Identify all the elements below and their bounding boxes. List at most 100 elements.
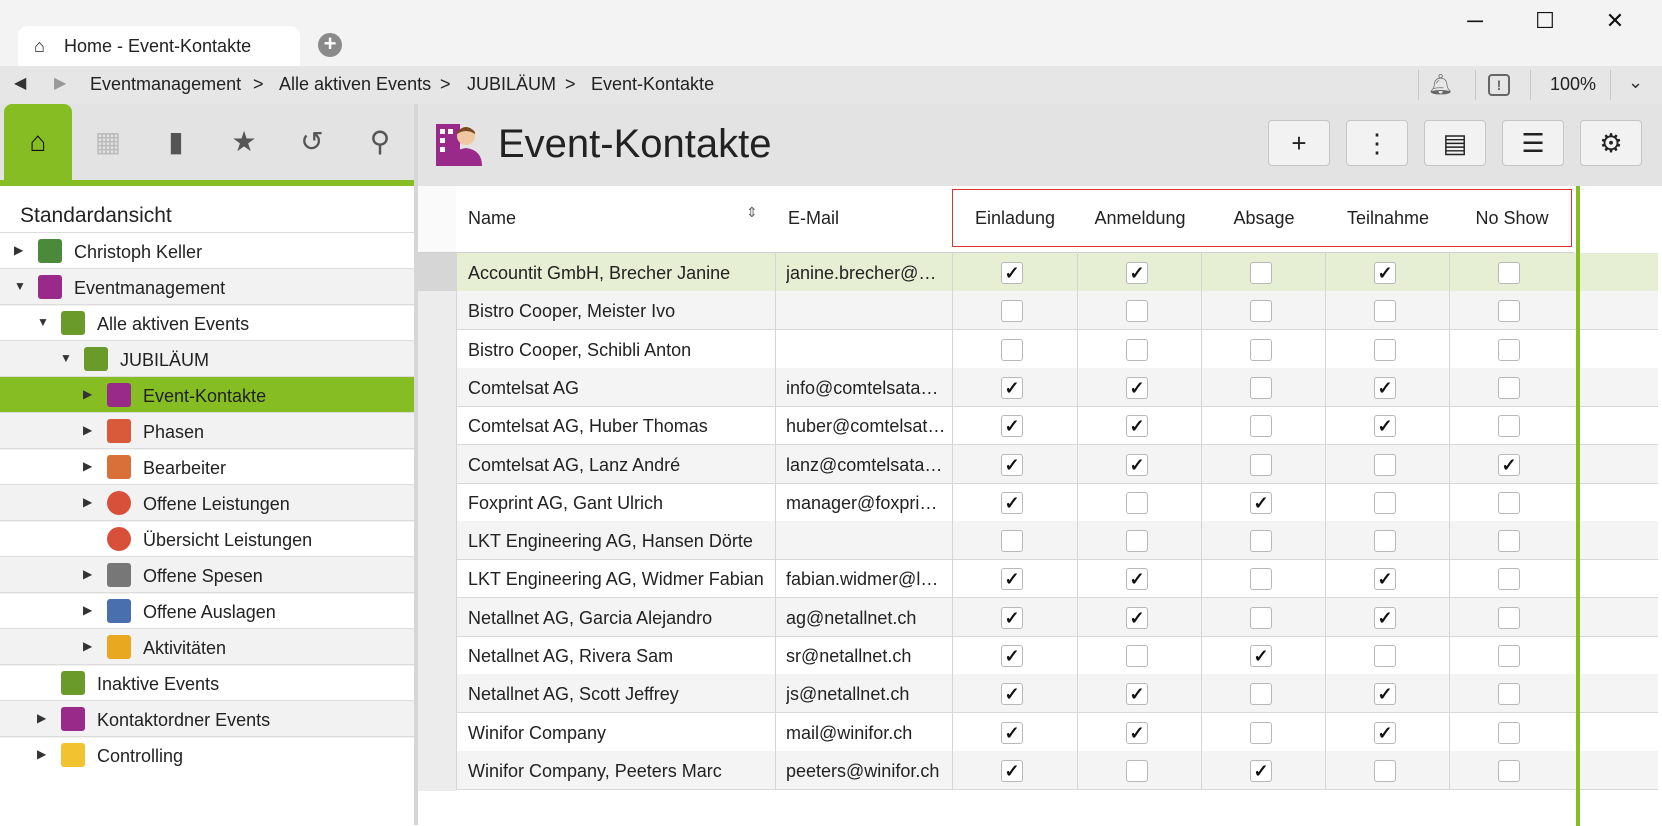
tree-item[interactable]: ▶ Phasen: [0, 412, 414, 450]
checkbox[interactable]: ✓: [1126, 683, 1148, 706]
checkbox[interactable]: [1250, 415, 1272, 438]
table-row[interactable]: LKT Engineering AG, Widmer Fabian fabian.…: [418, 559, 1658, 600]
checkbox[interactable]: [1498, 415, 1520, 438]
forward-arrow-icon[interactable]: ▶: [54, 73, 66, 93]
checkbox[interactable]: [1498, 645, 1520, 667]
expand-arrow-icon[interactable]: ▶: [83, 423, 92, 437]
checkbox[interactable]: ✓: [1250, 759, 1272, 782]
alert-icon[interactable]: !: [1488, 74, 1510, 96]
cell-email[interactable]: manager@foxprint...: [786, 483, 946, 523]
cell-email[interactable]: fabian.widmer@lkt...: [786, 559, 946, 599]
checkbox[interactable]: [1374, 530, 1396, 553]
row-selector[interactable]: [418, 253, 456, 293]
table-row[interactable]: Netallnet AG, Scott Jeffrey js@netallnet.…: [418, 674, 1658, 715]
checkbox[interactable]: [1126, 300, 1148, 323]
tree-item[interactable]: ▶ Offene Leistungen: [0, 484, 414, 522]
checkbox[interactable]: ✓: [1126, 606, 1148, 629]
row-selector[interactable]: [418, 559, 456, 600]
home-icon[interactable]: ⌂: [4, 104, 72, 180]
row-selector[interactable]: [418, 521, 456, 562]
checkbox[interactable]: ✓: [1001, 606, 1023, 629]
checkbox[interactable]: [1250, 262, 1272, 284]
checkbox[interactable]: ✓: [1374, 415, 1396, 438]
calendar-icon[interactable]: ▦: [74, 104, 142, 180]
checkbox[interactable]: ✓: [1498, 453, 1520, 476]
checkbox[interactable]: [1001, 300, 1023, 323]
breadcrumb-1[interactable]: Eventmanagement: [90, 74, 241, 95]
table-row[interactable]: Bistro Cooper, Meister Ivo: [418, 291, 1658, 332]
checkbox[interactable]: [1374, 759, 1396, 782]
row-selector[interactable]: [418, 482, 456, 523]
row-selector[interactable]: [418, 636, 456, 676]
table-row[interactable]: Netallnet AG, Rivera Sam sr@netallnet.ch ✓…: [418, 636, 1658, 676]
checkbox[interactable]: [1126, 759, 1148, 782]
cell-email[interactable]: [786, 521, 946, 561]
expand-arrow-icon[interactable]: ▶: [83, 387, 92, 401]
cell-name[interactable]: Bistro Cooper, Meister Ivo: [468, 291, 768, 331]
checkbox[interactable]: ✓: [1250, 645, 1272, 667]
checkbox[interactable]: ✓: [1374, 721, 1396, 744]
cell-name[interactable]: Foxprint AG, Gant Ulrich: [468, 483, 768, 523]
checkbox[interactable]: [1374, 645, 1396, 667]
checkbox[interactable]: ✓: [1126, 453, 1148, 476]
checkbox[interactable]: [1498, 759, 1520, 782]
tree-item[interactable]: ▶ Bearbeiter: [0, 448, 414, 486]
row-selector[interactable]: [418, 750, 456, 791]
checkbox[interactable]: ✓: [1001, 262, 1023, 284]
checkbox[interactable]: [1374, 300, 1396, 323]
cell-name[interactable]: Netallnet AG, Rivera Sam: [468, 636, 768, 676]
checkbox[interactable]: ✓: [1001, 491, 1023, 514]
expand-arrow-icon[interactable]: ▶: [83, 459, 92, 473]
collapse-arrow-icon[interactable]: ▼: [14, 279, 26, 293]
row-selector[interactable]: [418, 367, 456, 408]
bell-icon[interactable]: 🔔︎: [1428, 72, 1453, 97]
checkbox[interactable]: ✓: [1374, 568, 1396, 591]
cell-name[interactable]: Comtelsat AG, Huber Thomas: [468, 406, 768, 446]
checkbox[interactable]: ✓: [1250, 491, 1272, 514]
cell-email[interactable]: huber@comtelsata...: [786, 406, 946, 446]
checkbox[interactable]: [1498, 300, 1520, 323]
checkbox[interactable]: ✓: [1126, 415, 1148, 438]
more-options-button[interactable]: ⋮: [1346, 120, 1408, 166]
checkbox[interactable]: [1250, 721, 1272, 744]
tree-item[interactable]: ▶ Event-Kontakte: [0, 376, 414, 414]
tree-item[interactable]: ▶ Christoph Keller: [0, 232, 414, 270]
row-selector[interactable]: [418, 444, 456, 485]
checkbox[interactable]: [1001, 530, 1023, 553]
cell-email[interactable]: info@comtelsatag....: [786, 368, 946, 408]
expand-arrow-icon[interactable]: ▶: [83, 567, 92, 581]
collapse-arrow-icon[interactable]: ▼: [37, 315, 49, 329]
tree-item[interactable]: ▶ Offene Auslagen: [0, 592, 414, 630]
scroll-indicator[interactable]: [1576, 186, 1580, 826]
cell-name[interactable]: Netallnet AG, Garcia Alejandro: [468, 598, 768, 638]
checkbox[interactable]: [1250, 683, 1272, 706]
cell-name[interactable]: Comtelsat AG: [468, 368, 768, 408]
checkbox[interactable]: [1498, 338, 1520, 361]
column-header-name[interactable]: Name ⇕: [456, 186, 776, 253]
checkbox[interactable]: ✓: [1001, 759, 1023, 782]
cell-name[interactable]: Winifor Company, Peeters Marc: [468, 751, 768, 791]
expand-arrow-icon[interactable]: ▶: [14, 243, 23, 257]
checkbox[interactable]: ✓: [1126, 721, 1148, 744]
row-selector[interactable]: [418, 406, 456, 447]
checkbox[interactable]: [1250, 606, 1272, 629]
cell-name[interactable]: LKT Engineering AG, Widmer Fabian: [468, 559, 768, 599]
expand-arrow-icon[interactable]: ▶: [83, 639, 92, 653]
tree-item[interactable]: ▶ Offene Spesen: [0, 556, 414, 594]
checkbox[interactable]: [1374, 338, 1396, 361]
tree-item[interactable]: ▼ JUBILÄUM: [0, 340, 414, 378]
star-icon[interactable]: ★: [210, 104, 278, 180]
row-selector[interactable]: [418, 597, 456, 638]
cell-email[interactable]: janine.brecher@ac...: [786, 253, 946, 293]
table-row[interactable]: LKT Engineering AG, Hansen Dörte: [418, 521, 1658, 562]
cell-email[interactable]: sr@netallnet.ch: [786, 636, 946, 676]
tree-item[interactable]: Übersicht Leistungen: [0, 520, 414, 558]
back-arrow-icon[interactable]: ◀: [14, 73, 26, 93]
table-row[interactable]: Winifor Company, Peeters Marc peeters@win…: [418, 750, 1658, 791]
checkbox[interactable]: [1498, 530, 1520, 553]
tree-item[interactable]: Inaktive Events: [0, 664, 414, 702]
checkbox[interactable]: ✓: [1001, 645, 1023, 667]
expand-arrow-icon[interactable]: ▶: [37, 747, 46, 761]
checkbox[interactable]: ✓: [1374, 606, 1396, 629]
new-tab-button[interactable]: +: [318, 33, 342, 57]
